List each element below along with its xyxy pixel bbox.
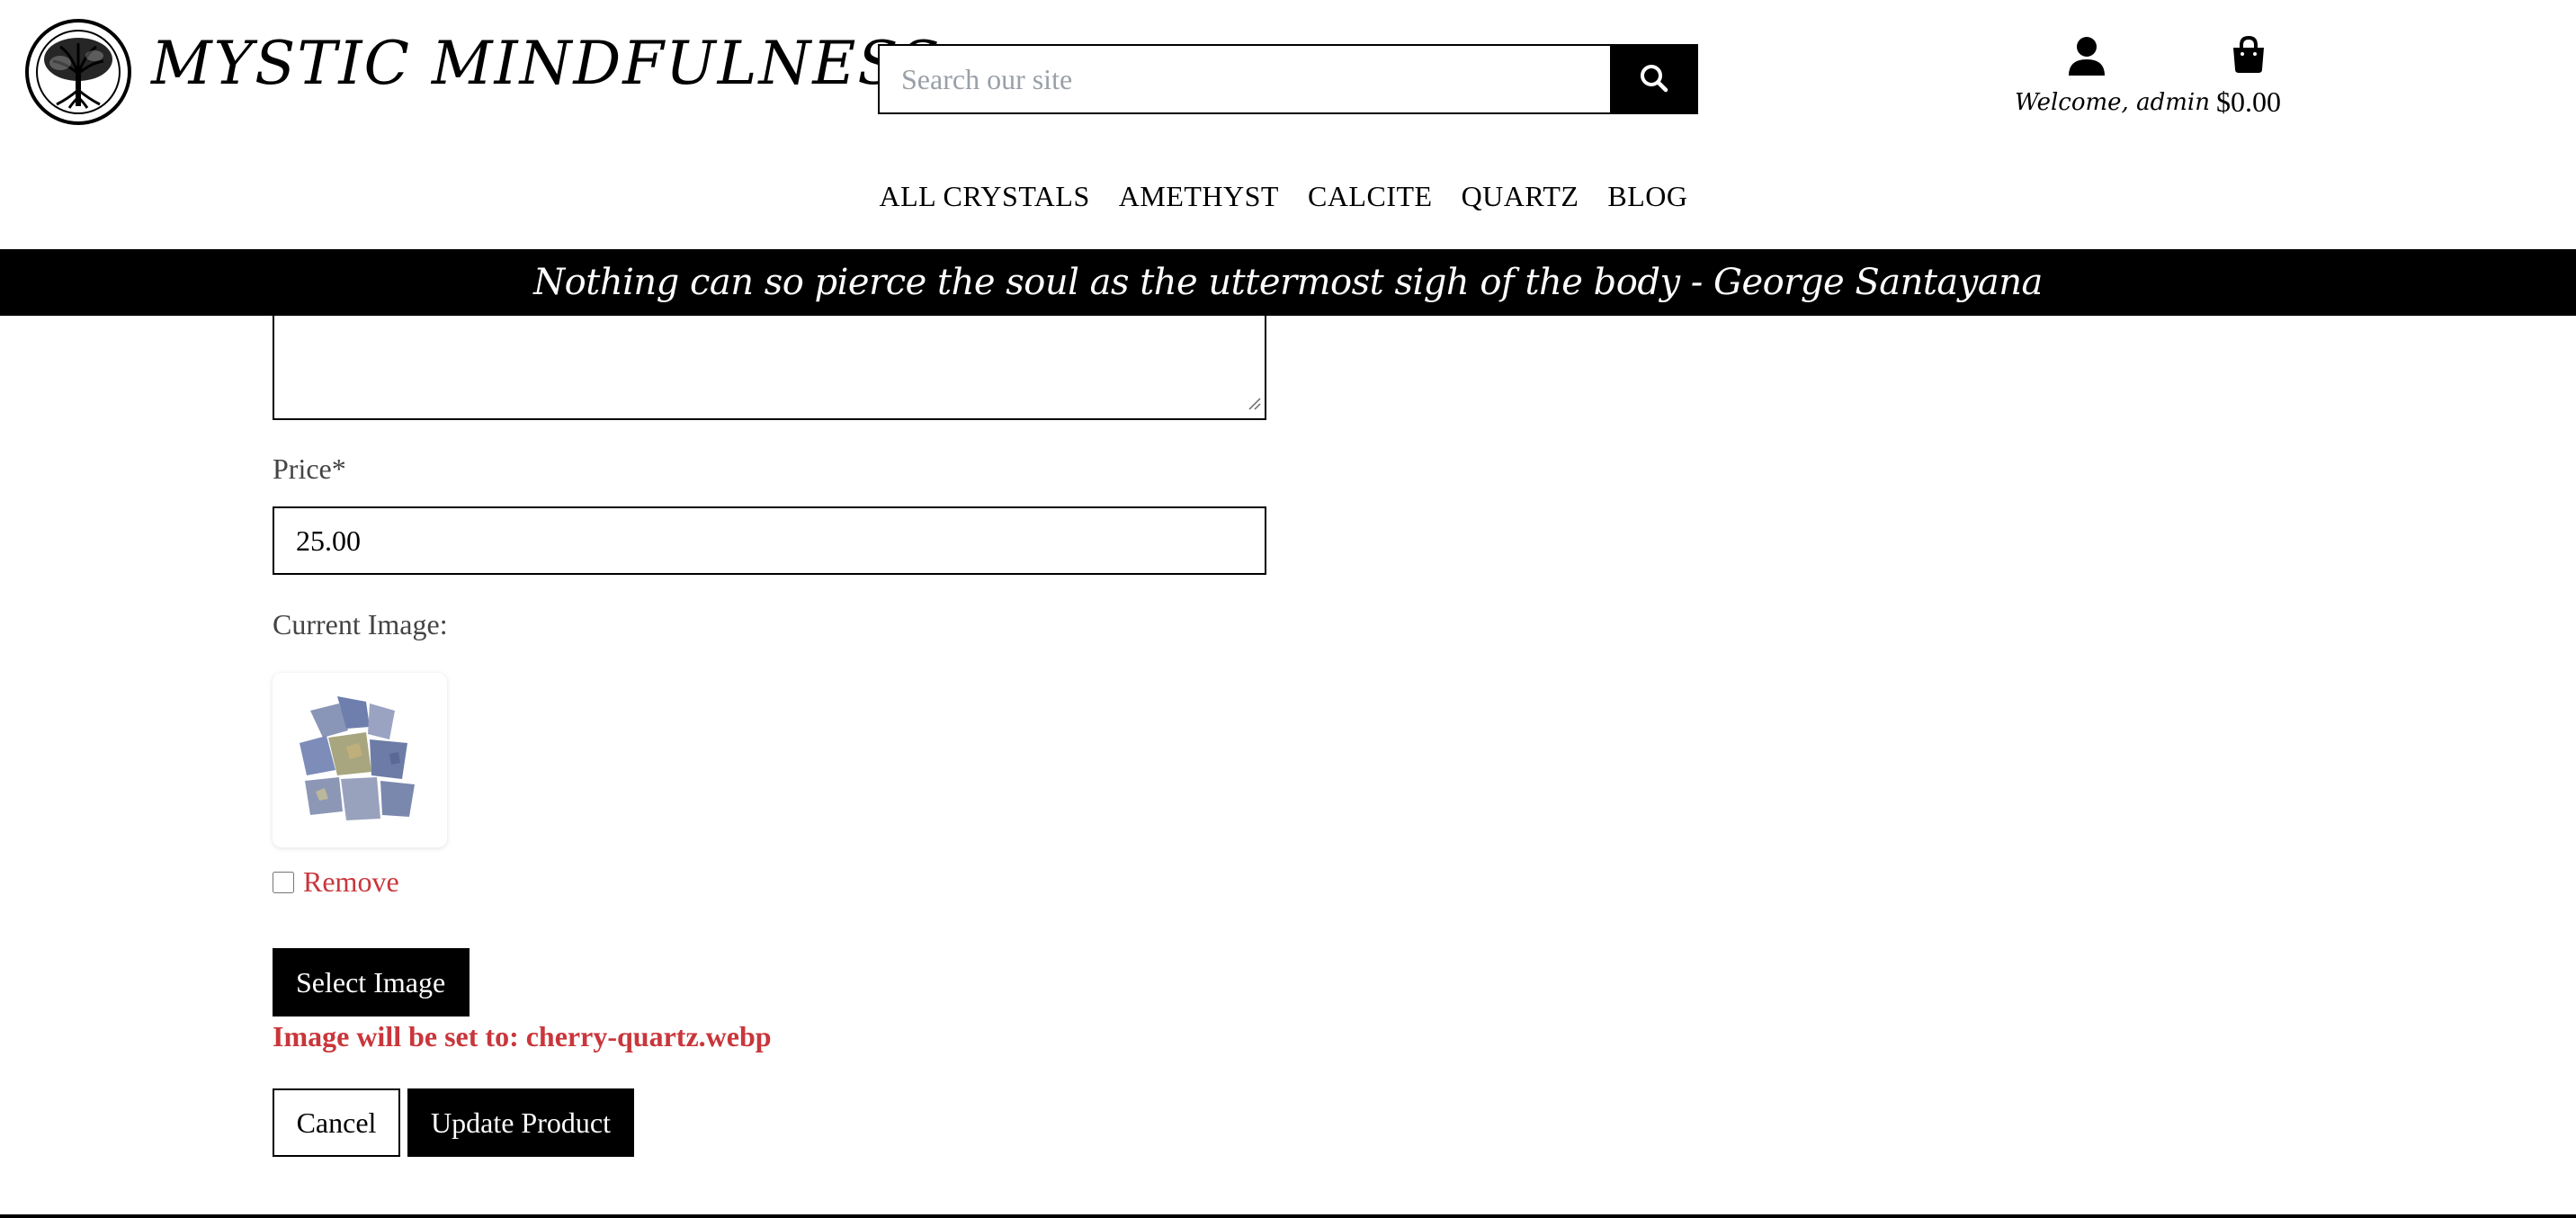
user-icon — [2069, 37, 2105, 79]
footer-divider — [0, 1214, 2576, 1218]
price-input[interactable] — [273, 506, 1266, 575]
site-title[interactable]: MYSTIC MINDFULNESS — [151, 29, 942, 98]
price-label: Price* — [273, 452, 346, 485]
cancel-button[interactable]: Cancel — [273, 1088, 400, 1157]
remove-image-label[interactable]: Remove — [303, 865, 399, 899]
shopping-cart[interactable]: $0.00 — [2204, 35, 2294, 119]
nav-item-blog[interactable]: BLOG — [1593, 180, 1702, 213]
site-logo[interactable] — [25, 18, 131, 126]
tree-of-life-icon — [25, 19, 131, 125]
search-form — [878, 44, 1698, 114]
select-image-button[interactable]: Select Image — [273, 948, 470, 1016]
resize-grip-icon[interactable] — [1247, 396, 1261, 415]
nav-item-amethyst[interactable]: AMETHYST — [1105, 180, 1293, 213]
account-menu[interactable]: Welcome, admin — [2015, 36, 2210, 116]
search-input[interactable] — [878, 44, 1610, 114]
search-icon — [1639, 63, 1669, 96]
main-nav: ALL CRYSTALS AMETHYST CALCITE QUARTZ BLO… — [0, 180, 2576, 213]
current-image-label: Current Image: — [273, 608, 448, 640]
image-filename-note: Image will be set to: cherry-quartz.webp — [273, 1020, 772, 1052]
shopping-bag-icon — [2231, 35, 2267, 77]
cart-total: $0.00 — [2216, 85, 2281, 118]
nav-item-all-crystals[interactable]: ALL CRYSTALS — [864, 180, 1104, 213]
update-product-button[interactable]: Update Product — [407, 1088, 634, 1157]
remove-image-checkbox[interactable] — [273, 871, 294, 893]
crystal-rocks-image — [300, 696, 415, 820]
quote-banner: Nothing can so pierce the soul as the ut… — [0, 249, 2576, 316]
remove-image-row: Remove — [273, 865, 399, 899]
nav-item-calcite[interactable]: CALCITE — [1293, 180, 1447, 213]
nav-item-quartz[interactable]: QUARTZ — [1447, 180, 1594, 213]
search-button[interactable] — [1610, 44, 1698, 114]
product-image-thumbnail[interactable] — [273, 673, 447, 847]
description-textarea[interactable] — [273, 306, 1266, 420]
account-welcome-label: Welcome, admin — [2015, 89, 2210, 116]
